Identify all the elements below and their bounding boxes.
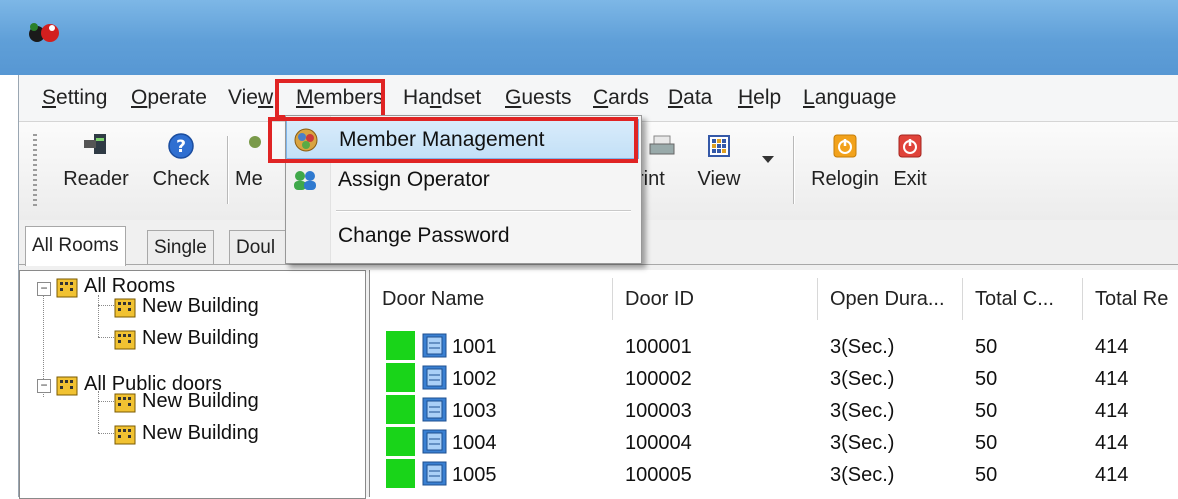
menu-operate[interactable]: Operate — [123, 83, 215, 113]
building-icon — [114, 330, 136, 350]
view-button[interactable]: View — [691, 130, 747, 210]
building-icon — [114, 425, 136, 445]
column-header-open-duration[interactable]: Open Dura... — [818, 278, 963, 320]
tree-node-building[interactable]: New Building — [114, 418, 259, 448]
tree-line — [98, 401, 114, 403]
members-menu-highlight — [275, 79, 385, 119]
tree-node-building[interactable]: New Building — [114, 386, 259, 416]
toolbar-separator — [793, 136, 795, 204]
help-check-icon: ? — [168, 133, 194, 159]
menu-language[interactable]: Language — [795, 83, 904, 113]
door-status-indicator — [386, 459, 415, 488]
door-icon — [422, 333, 447, 358]
tab-all-rooms[interactable]: All Rooms — [25, 226, 126, 266]
door-icon — [422, 429, 447, 454]
view-dropdown-arrow-icon[interactable] — [762, 156, 774, 163]
title-bar — [0, 0, 1178, 75]
toolbar-separator — [227, 136, 229, 204]
door-list: Door Name Door ID Open Dura... Total C..… — [369, 270, 1178, 497]
menu-view[interactable]: View — [220, 83, 281, 113]
check-button[interactable]: ? Check — [147, 130, 215, 210]
expand-all-rooms-toggle[interactable]: − — [37, 282, 51, 296]
door-status-indicator — [386, 427, 415, 456]
tree-node-building[interactable]: New Building — [114, 291, 259, 321]
tree-line — [98, 295, 100, 337]
column-header-door-name[interactable]: Door Name — [370, 278, 613, 320]
menu-data[interactable]: Data — [660, 83, 720, 113]
menu-guests[interactable]: Guests — [497, 83, 580, 113]
tab-single[interactable]: Single — [147, 230, 214, 265]
door-icon — [422, 397, 447, 422]
table-row[interactable]: 1005 100005 3(Sec.) 50 414 — [370, 458, 1178, 490]
view-grid-icon — [708, 135, 730, 157]
printer-icon — [649, 135, 675, 155]
menu-cards[interactable]: Cards — [585, 83, 657, 113]
assign-operator-icon — [294, 171, 316, 190]
menu-help[interactable]: Help — [730, 83, 789, 113]
door-status-indicator — [386, 363, 415, 392]
menu-separator — [336, 210, 631, 212]
door-icon — [422, 461, 447, 486]
tree-line — [98, 337, 114, 339]
exit-button[interactable]: Exit — [885, 130, 935, 210]
door-icon — [422, 365, 447, 390]
reader-button[interactable]: Reader — [59, 130, 133, 210]
building-icon — [114, 393, 136, 413]
column-header-total-re[interactable]: Total Re — [1083, 278, 1178, 320]
tab-double[interactable]: Doul — [229, 230, 293, 265]
tab-content-border — [19, 264, 1178, 265]
door-status-indicator — [386, 395, 415, 424]
tree-node-building[interactable]: New Building — [114, 323, 259, 353]
table-row[interactable]: 1002 100002 3(Sec.) 50 414 — [370, 362, 1178, 394]
relogin-power-icon — [833, 134, 857, 158]
table-row[interactable]: 1004 100004 3(Sec.) 50 414 — [370, 426, 1178, 458]
card-reader-icon — [84, 134, 106, 154]
print-button[interactable]: rint — [637, 130, 687, 210]
exit-power-icon — [898, 134, 922, 158]
building-icon — [56, 376, 78, 396]
toolbar-grip[interactable] — [33, 134, 37, 208]
svg-text:?: ? — [176, 137, 186, 157]
menu-item-change-password[interactable]: Change Password — [286, 216, 639, 256]
tree-line — [98, 305, 114, 307]
tree-line — [98, 433, 114, 435]
building-icon — [56, 278, 78, 298]
relogin-button[interactable]: Relogin — [811, 130, 879, 210]
table-row[interactable]: 1003 100003 3(Sec.) 50 414 — [370, 394, 1178, 426]
expand-public-doors-toggle[interactable]: − — [37, 379, 51, 393]
member-management-highlight — [268, 117, 638, 163]
column-header-total-c[interactable]: Total C... — [963, 278, 1083, 320]
menu-item-assign-operator[interactable]: Assign Operator — [286, 160, 639, 200]
menu-setting[interactable]: Setting — [34, 83, 115, 113]
members-icon — [249, 136, 261, 148]
door-status-indicator — [386, 331, 415, 360]
column-header-door-id[interactable]: Door ID — [613, 278, 818, 320]
menu-handset[interactable]: Handset — [395, 83, 489, 113]
building-tree: − All Rooms New Building New Building − … — [19, 270, 366, 499]
table-row[interactable]: 1001 100001 3(Sec.) 50 414 — [370, 330, 1178, 362]
app-logo-icon — [29, 23, 59, 42]
building-icon — [114, 298, 136, 318]
